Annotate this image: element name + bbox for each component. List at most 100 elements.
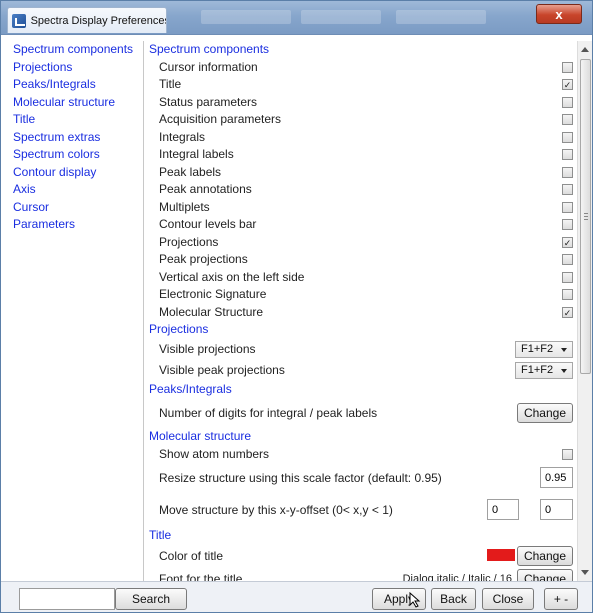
component-label: Multiplets — [159, 199, 210, 214]
component-label: Vertical axis on the left side — [159, 269, 305, 284]
component-checkbox[interactable] — [562, 61, 573, 73]
component-label: Peak annotations — [159, 182, 252, 196]
component-row: Integral labels — [145, 146, 577, 164]
spectrum-components-list: Cursor information Title ✓ Status parameter… — [145, 59, 577, 322]
component-checkbox[interactable] — [562, 201, 573, 213]
title-color-row: Color of title Change — [145, 545, 577, 568]
component-row: Contour levels bar — [145, 216, 577, 234]
digits-row: Number of digits for integral / peak lab… — [145, 398, 577, 428]
scroll-down-icon[interactable] — [581, 570, 589, 575]
section-heading-spectrum-components: Spectrum components — [149, 42, 270, 56]
component-label: Peak projections — [159, 252, 248, 266]
visible-peak-projections-value: F1+F2 — [521, 363, 554, 376]
title-font-value: Dialog.italic / Italic / 16 — [402, 572, 512, 582]
search-button[interactable]: Search — [115, 588, 187, 610]
mouse-pointer-icon — [409, 592, 421, 608]
component-label: Contour levels bar — [159, 217, 257, 231]
nav-item-parameters[interactable]: Parameters — [9, 216, 143, 234]
visible-projections-select[interactable]: F1+F2 — [515, 340, 573, 358]
component-label: Cursor information — [159, 59, 258, 74]
component-row: Projections ✓ — [145, 234, 577, 252]
component-checkbox[interactable] — [562, 166, 573, 178]
nav-item-contour-display[interactable]: Contour display — [9, 164, 143, 182]
scroll-up-icon[interactable] — [581, 47, 589, 52]
component-checkbox[interactable]: ✓ — [562, 236, 573, 248]
component-checkbox[interactable] — [562, 114, 573, 125]
title-color-swatch — [487, 548, 515, 561]
visible-peak-projections-row: Visible peak projections F1+F2 — [145, 360, 577, 381]
scrollbar-thumb[interactable] — [580, 59, 591, 374]
component-checkbox[interactable] — [562, 289, 573, 300]
nav-item-peaks-integrals[interactable]: Peaks/Integrals — [9, 76, 143, 94]
component-row: Status parameters — [145, 94, 577, 112]
visible-projections-value: F1+F2 — [521, 342, 554, 355]
component-checkbox[interactable]: ✓ — [562, 306, 573, 318]
component-checkbox[interactable] — [562, 96, 573, 108]
title-tab: Spectra Display Preferences — [7, 7, 167, 33]
dropdown-arrow-icon — [561, 347, 567, 352]
zoom-button[interactable]: + - — [544, 588, 578, 610]
title-bar[interactable]: Spectra Display Preferences x — [1, 1, 592, 35]
component-row: Vertical axis on the left side — [145, 269, 577, 287]
component-row: Multiplets — [145, 199, 577, 217]
component-label: Integral labels — [159, 147, 234, 161]
nav-item-title[interactable]: Title — [9, 111, 143, 129]
nav-item-axis[interactable]: Axis — [9, 181, 143, 199]
component-row: Peak labels — [145, 164, 577, 182]
section-heading-title: Title — [149, 528, 172, 542]
sidebar-nav: Spectrum components Projections Peaks/In… — [9, 41, 144, 581]
component-checkbox[interactable] — [562, 219, 573, 230]
move-y-input[interactable] — [540, 499, 573, 520]
grip-icon — [584, 213, 588, 220]
resize-label: Resize structure using this scale factor… — [159, 471, 442, 485]
back-button[interactable]: Back — [431, 588, 476, 610]
component-row: Electronic Signature — [145, 286, 577, 304]
component-row: Cursor information — [145, 59, 577, 77]
section-heading-projections: Projections — [149, 322, 209, 336]
component-row: Acquisition parameters — [145, 111, 577, 129]
bottom-toolbar: Search Apply Back Close + - — [1, 581, 592, 612]
nav-item-spectrum-components[interactable]: Spectrum components — [9, 41, 143, 59]
show-atom-numbers-row: Show atom numbers — [145, 446, 577, 464]
component-checkbox[interactable] — [562, 271, 573, 283]
title-color-change-button[interactable]: Change — [516, 545, 573, 566]
close-window-button[interactable]: x — [536, 4, 582, 24]
title-font-row: Font for the title Dialog.italic / Itali… — [145, 568, 577, 582]
nav-item-spectrum-colors[interactable]: Spectrum colors — [9, 146, 143, 164]
component-checkbox[interactable]: ✓ — [562, 79, 573, 90]
search-input[interactable] — [19, 588, 115, 610]
component-label: Electronic Signature — [159, 287, 267, 301]
component-label: Molecular Structure — [159, 304, 264, 319]
settings-panel: Spectrum components Cursor information Ti… — [145, 41, 577, 581]
component-row: Peak projections — [145, 251, 577, 269]
vertical-scrollbar[interactable] — [577, 41, 592, 581]
component-label: Title — [159, 77, 182, 91]
visible-peak-projections-select[interactable]: F1+F2 — [515, 361, 573, 379]
nav-item-spectrum-extras[interactable]: Spectrum extras — [9, 129, 143, 147]
component-row: Integrals — [145, 129, 577, 147]
resize-factor-input[interactable] — [540, 467, 573, 488]
show-atom-numbers-checkbox[interactable] — [562, 448, 573, 460]
show-atom-numbers-label: Show atom numbers — [159, 446, 270, 461]
visible-peak-projections-label: Visible peak projections — [159, 362, 285, 377]
component-checkbox[interactable] — [562, 149, 573, 160]
component-checkbox[interactable] — [562, 184, 573, 195]
visible-projections-label: Visible projections — [159, 341, 256, 356]
nav-item-cursor[interactable]: Cursor — [9, 199, 143, 217]
component-label: Status parameters — [159, 94, 258, 109]
component-row: Title ✓ — [145, 76, 577, 94]
component-row: Molecular Structure ✓ — [145, 304, 577, 322]
component-label: Integrals — [159, 129, 206, 144]
component-checkbox[interactable] — [562, 131, 573, 143]
move-x-input[interactable] — [487, 499, 519, 520]
nav-item-projections[interactable]: Projections — [9, 59, 143, 77]
nav-item-molecular-structure[interactable]: Molecular structure — [9, 94, 143, 112]
component-label: Peak labels — [159, 164, 222, 179]
component-label: Projections — [159, 234, 219, 249]
component-row: Peak annotations — [145, 181, 577, 199]
title-font-change-button[interactable]: Change — [516, 568, 573, 581]
visible-projections-row: Visible projections F1+F2 — [145, 339, 577, 360]
close-button[interactable]: Close — [482, 588, 534, 610]
digits-change-button[interactable]: Change — [516, 403, 573, 423]
component-checkbox[interactable] — [562, 254, 573, 265]
